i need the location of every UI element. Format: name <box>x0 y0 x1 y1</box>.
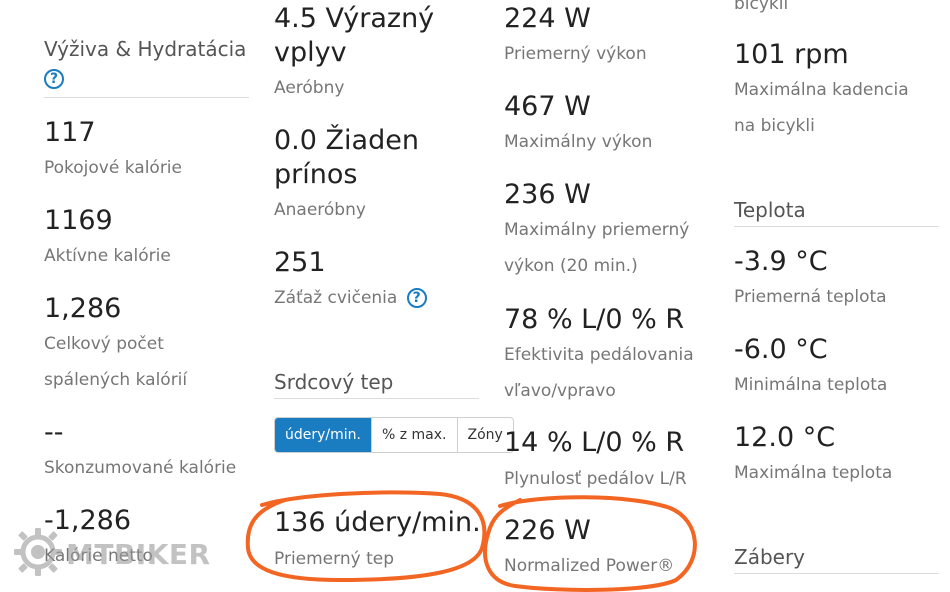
max-temperature-label: Maximálna teplota <box>734 463 893 483</box>
help-icon[interactable]: ? <box>44 69 64 89</box>
normalized-power-value: 226 W <box>504 515 591 546</box>
max-avg-power-20min-value: 236 W <box>504 179 591 210</box>
resting-calories-label: Pokojové kalórie <box>44 158 182 178</box>
consumed-calories-value: -- <box>44 417 64 448</box>
resting-calories-value: 117 <box>44 117 96 148</box>
help-icon[interactable]: ? <box>406 288 427 308</box>
max-power-value: 467 W <box>504 91 591 122</box>
pedal-efficiency-label-line1: Efektivita pedálovania <box>504 345 694 365</box>
max-avg-power-20min-label-line1: Maximálny priemerný <box>504 220 690 240</box>
section-title-nutrition: Výživa & Hydratácia <box>44 37 247 61</box>
average-hr-value: 136 údery/min. <box>274 507 481 538</box>
pedal-efficiency-label-line2: vľavo/vpravo <box>504 381 616 401</box>
consumed-calories-label: Skonzumované kalórie <box>44 458 237 478</box>
max-temperature-value: 12.0 °C <box>734 422 836 453</box>
section-divider <box>734 226 939 227</box>
section-title-heart-rate: Srdcový tep <box>274 370 394 394</box>
hr-unit-percent-max-button[interactable]: % z max. <box>370 418 457 452</box>
max-cadence-label-line2: na bicykli <box>734 116 815 136</box>
hr-unit-toggle: údery/min. % z max. Zóny <box>274 417 514 453</box>
watermark-text: MTBIKER <box>66 537 211 571</box>
training-load-value: 251 <box>274 247 326 278</box>
training-load-label: Záťaž cvičenia <box>274 288 398 308</box>
avg-power-value: 224 W <box>504 3 591 34</box>
normalized-power-label: Normalized Power® <box>504 556 675 576</box>
pedal-efficiency-value: 78 % L/0 % R <box>504 304 685 335</box>
section-title-laps: Zábery <box>734 545 806 569</box>
watermark: MTBIKER <box>12 526 211 582</box>
max-cadence-label-line1: Maximálna kadencia <box>734 80 909 100</box>
section-divider <box>274 398 479 399</box>
anaerobic-effect-value-line2: prínos <box>274 159 358 190</box>
pedal-smoothness-label: Plynulosť pedálov L/R <box>504 469 687 489</box>
section-title-temperature: Teplota <box>734 198 806 222</box>
total-calories-label-line1: Celkový počet <box>44 334 164 354</box>
anaerobic-effect-label: Anaeróbny <box>274 200 366 220</box>
min-temperature-value: -6.0 °C <box>734 334 828 365</box>
avg-power-label: Priemerný výkon <box>504 44 647 64</box>
aerobic-effect-label: Aeróbny <box>274 78 345 98</box>
max-cadence-value: 101 rpm <box>734 39 849 70</box>
min-temperature-label: Minimálna teplota <box>734 375 888 395</box>
max-power-label: Maximálny výkon <box>504 132 653 152</box>
active-calories-value: 1169 <box>44 205 113 236</box>
total-calories-label-line2: spálených kalórií <box>44 370 188 390</box>
avg-temperature-label: Priemerná teplota <box>734 287 887 307</box>
max-avg-power-20min-label-line2: výkon (20 min.) <box>504 256 638 276</box>
cut-off-label: bicykli <box>734 0 789 14</box>
anaerobic-effect-value-line1: 0.0 Žiaden <box>274 125 419 156</box>
total-calories-value: 1,286 <box>44 293 122 324</box>
aerobic-effect-value-line2: vplyv <box>274 37 347 68</box>
average-hr-label: Priemerný tep <box>274 549 394 569</box>
active-calories-label: Aktívne kalórie <box>44 246 171 266</box>
training-load-row: Záťaž cvičenia ? <box>274 280 427 316</box>
section-divider <box>734 573 939 574</box>
pedal-smoothness-value: 14 % L/0 % R <box>504 427 685 458</box>
hr-unit-bpm-button[interactable]: údery/min. <box>275 418 371 452</box>
section-divider <box>44 97 249 98</box>
avg-temperature-value: -3.9 °C <box>734 246 828 277</box>
aerobic-effect-value-line1: 4.5 Výrazný <box>274 3 435 34</box>
gear-icon <box>12 526 64 582</box>
